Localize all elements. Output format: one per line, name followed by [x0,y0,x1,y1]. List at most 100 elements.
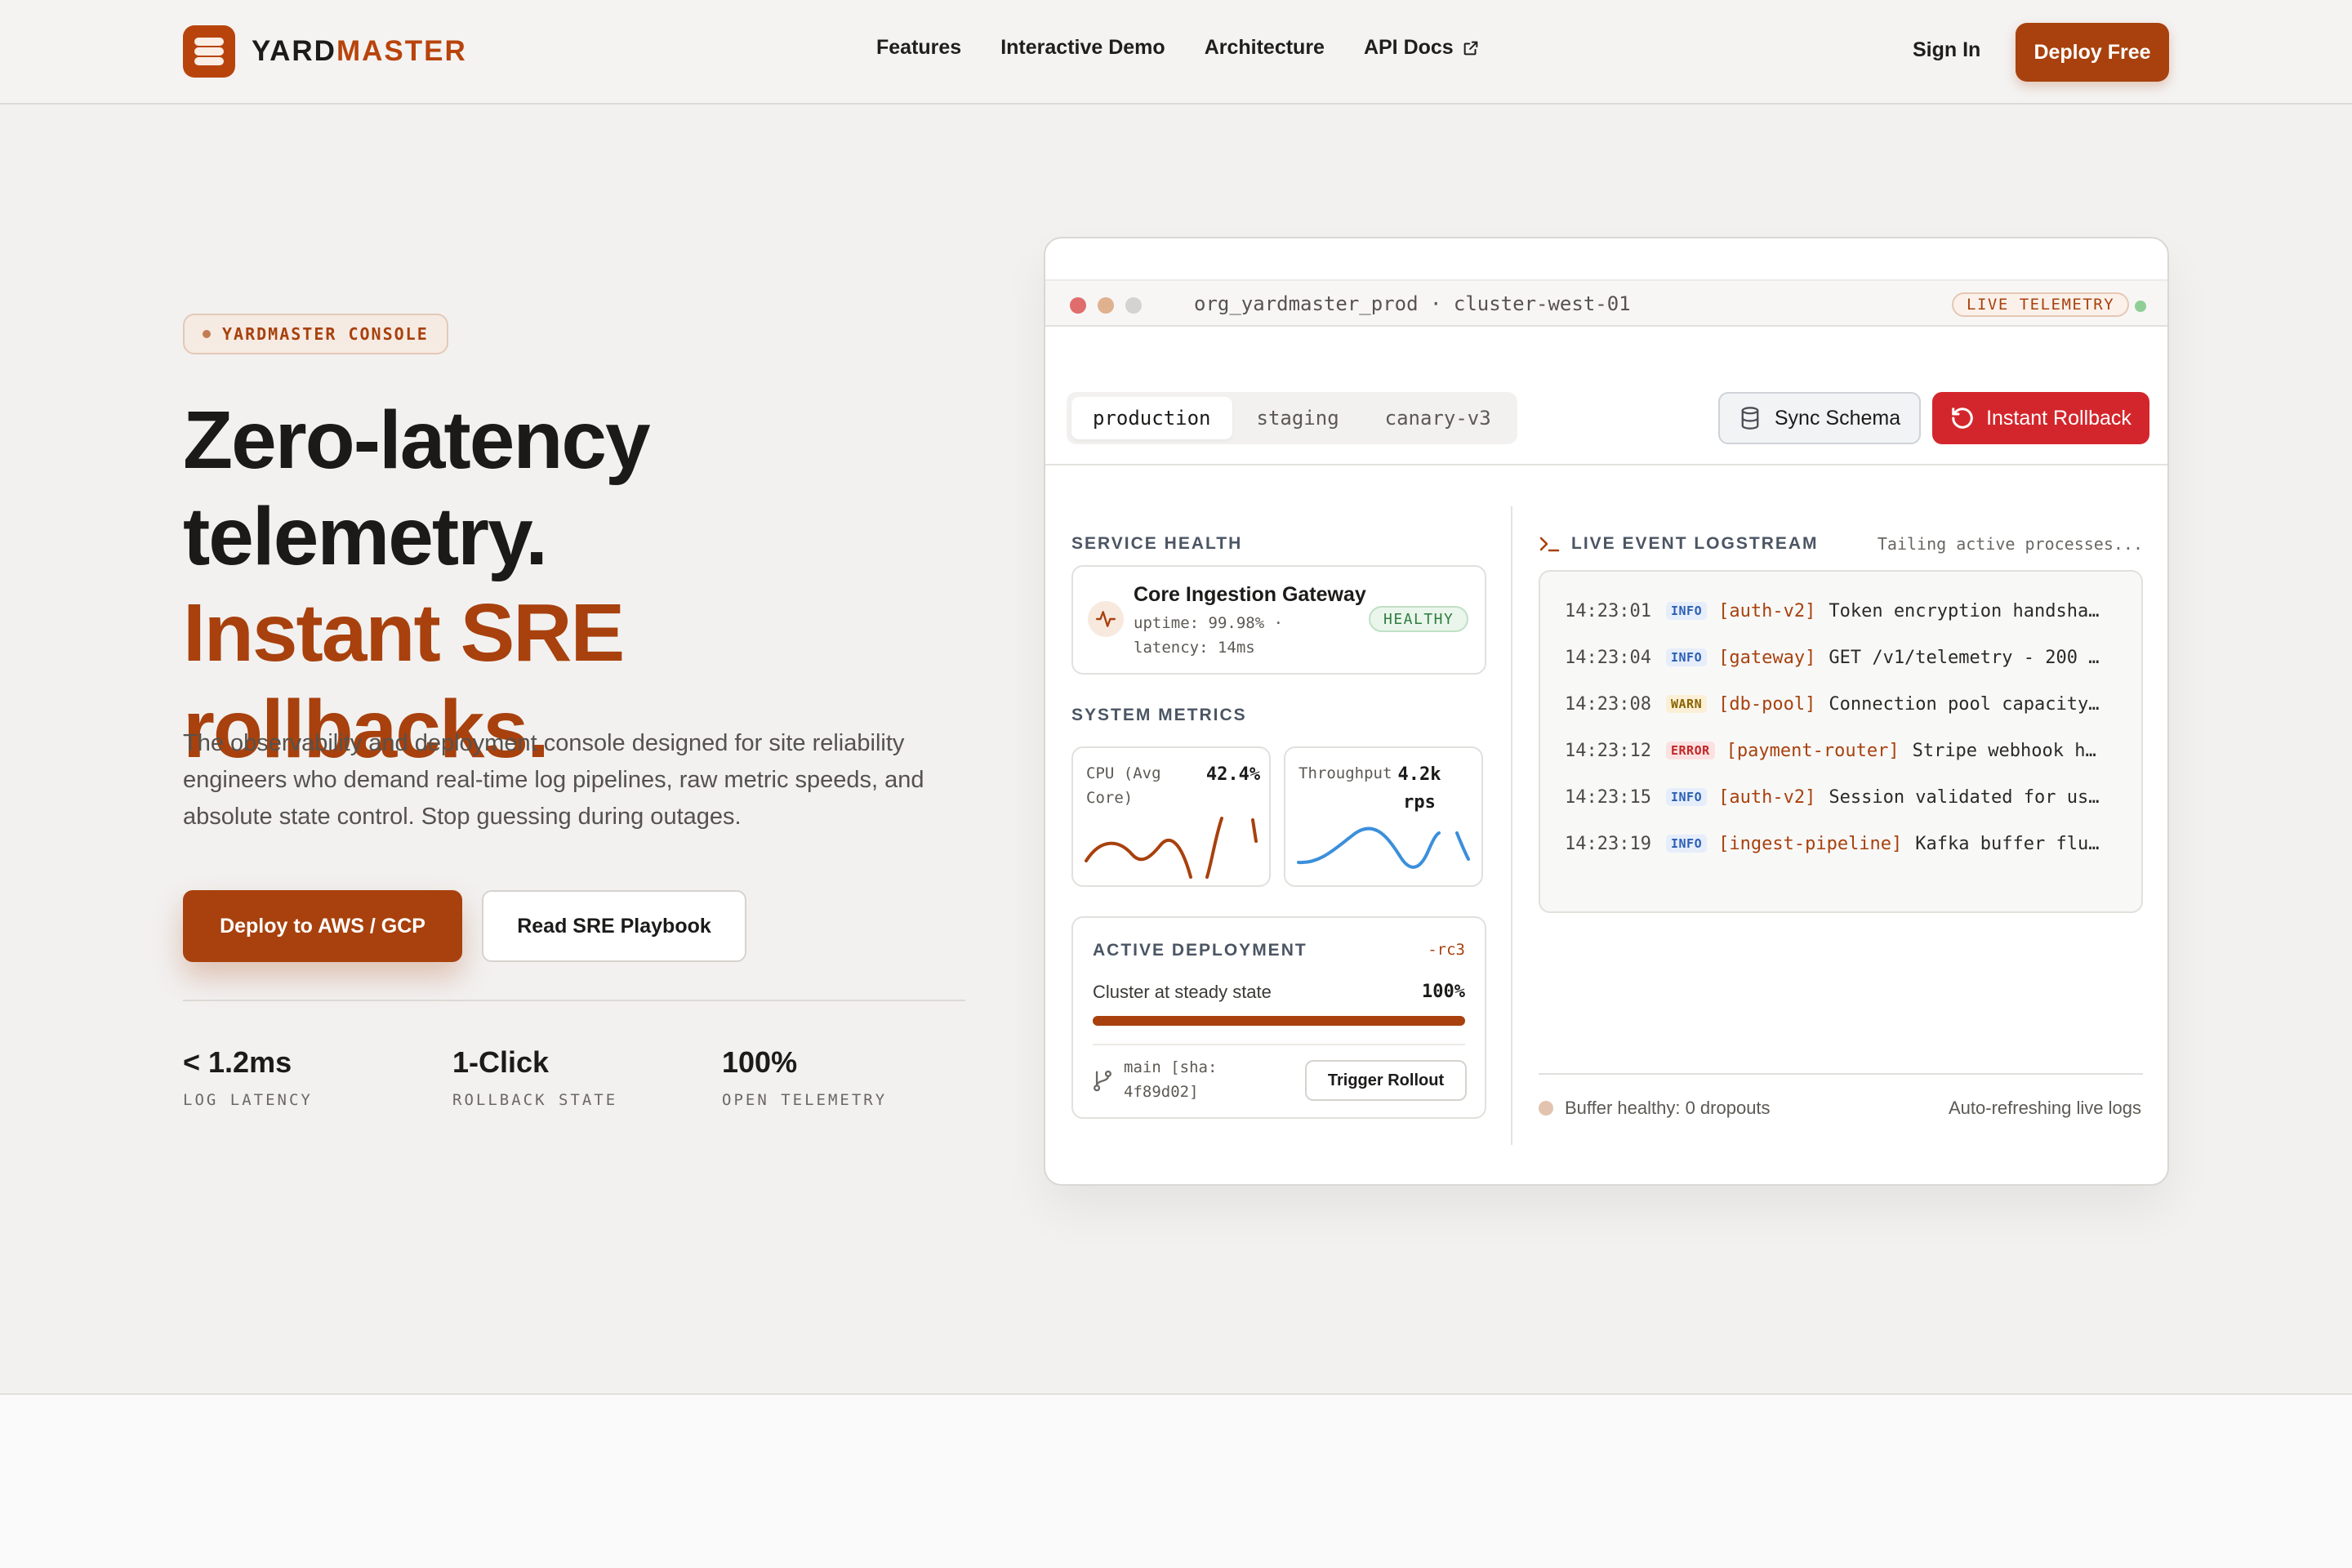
deployment-divider [1093,1044,1465,1045]
log-source: [ingest-pipeline] [1718,833,1903,854]
deploy-free-button[interactable]: Deploy Free [2016,23,2169,82]
console-badge: YARDMASTER CONSOLE [183,314,448,354]
deployment-percent: 100% [1422,982,1465,1002]
log-message: Connection pool capacity… [1829,693,2100,715]
logstream-title: LIVE EVENT LOGSTREAM [1571,534,1819,553]
cluster-path: org_yardmaster_prod · cluster-west-01 [1194,292,1631,315]
stat-value: 1-Click [452,1045,550,1079]
nav-link-architecture[interactable]: Architecture [1205,36,1325,60]
log-level-badge: INFO [1666,835,1708,853]
log-row[interactable]: 14:23:19 INFO [ingest-pipeline] Kafka buffe… [1565,829,2099,858]
log-row[interactable]: 14:23:08 WARN [db-pool] Connection pool cap… [1565,689,2099,719]
hero-title-line1: Zero-latency [183,394,651,486]
rotate-ccw-icon [1952,408,1973,429]
primary-nav: Features Interactive Demo Architecture A… [876,36,1480,60]
log-timestamp: 14:23:19 [1565,833,1651,854]
instant-rollback-button[interactable]: Instant Rollback [1932,392,2149,444]
hero-divider [183,1000,965,1001]
log-timestamp: 14:23:08 [1565,693,1651,715]
hero-title-line2: telemetry. [183,491,548,582]
window-maximize-dot[interactable] [1125,297,1142,314]
stat-log-latency: < 1.2ms LOG LATENCY [183,1045,313,1109]
stack-logo-icon [183,25,235,78]
database-icon [1741,407,1759,430]
active-deployment-card: ACTIVE DEPLOYMENT -rc3 Cluster at steady… [1071,916,1486,1119]
hero-description: The observability and deployment console… [183,730,924,830]
log-level-badge: INFO [1666,602,1708,620]
log-level-badge: ERROR [1666,742,1715,760]
active-deployment-title: ACTIVE DEPLOYMENT [1093,941,1307,960]
log-source: [db-pool] [1718,693,1816,715]
nav-link-api-docs[interactable]: API Docs [1364,36,1480,60]
log-row[interactable]: 14:23:12 ERROR [payment-router] Stripe webh… [1565,736,2096,765]
git-branch-icon [1094,1070,1111,1092]
stat-rollback-state: 1-Click ROLLBACK STATE [452,1045,617,1109]
tab-canary-v3[interactable]: canary-v3 [1364,397,1512,439]
log-level-badge: INFO [1666,648,1708,666]
log-row[interactable]: 14:23:04 INFO [gateway] GET /v1/telemetry -… [1565,643,2099,672]
trigger-rollout-button[interactable]: Trigger Rollout [1305,1060,1467,1101]
panel-divider [1511,506,1512,1145]
sign-in-link[interactable]: Sign In [1913,38,1980,62]
system-metrics-title: SYSTEM METRICS [1071,706,1247,724]
console-divider [1045,464,2167,466]
console-titlebar: org_yardmaster_prod · cluster-west-01 LI… [1045,279,2167,327]
log-message: Session validated for us… [1829,786,2100,808]
log-source: [gateway] [1718,647,1816,668]
cpu-metric-card: CPU (Avg Core) 42.4% [1071,746,1271,887]
deployment-status: Cluster at steady state [1093,982,1272,1002]
brand-logo[interactable]: YARDMASTER [183,25,467,78]
nav-link-interactive-demo[interactable]: Interactive Demo [1000,36,1165,60]
next-section-band [0,1393,2352,1568]
top-navbar: YARDMASTER Features Interactive Demo Arc… [0,0,2352,105]
stat-open-telemetry: 100% OPEN TELEMETRY [722,1045,887,1109]
service-meta: uptime: 99.98% · latency: 14ms [1134,614,1284,657]
window-close-dot[interactable] [1070,297,1086,314]
throughput-metric-card: Throughput 4.2k rps [1284,746,1483,887]
log-timestamp: 14:23:01 [1565,600,1651,621]
release-tag: -rc3 [1428,941,1465,959]
nav-link-features[interactable]: Features [876,36,961,60]
branch-sha: main [sha: 4f89d02] [1124,1058,1218,1101]
buffer-status-dot [1539,1101,1553,1116]
terminal-prompt-icon [1539,537,1560,552]
deploy-aws-gcp-button[interactable]: Deploy to AWS / GCP [183,890,462,962]
log-message: Kafka buffer flu… [1915,833,2100,854]
log-timestamp: 14:23:15 [1565,786,1651,808]
logstream-subtitle: Tailing active processes... [1877,534,2143,554]
log-level-badge: INFO [1666,788,1708,806]
window-minimize-dot[interactable] [1098,297,1114,314]
tab-staging[interactable]: staging [1236,397,1361,439]
console-window: org_yardmaster_prod · cluster-west-01 LI… [1044,237,2169,1186]
stat-label: ROLLBACK STATE [452,1091,618,1109]
deployment-progress-fill [1093,1016,1465,1026]
log-row[interactable]: 14:23:15 INFO [auth-v2] Session validated f… [1565,782,2099,812]
throughput-sparkline [1297,826,1470,869]
deployment-progress-bar [1093,1016,1465,1026]
cpu-metric-label: CPU (Avg Core) [1086,764,1161,807]
log-message: GET /v1/telemetry - 200 … [1829,647,2100,668]
auto-refresh-note: Auto-refreshing live logs [1948,1098,2141,1118]
service-name: Core Ingestion Gateway [1134,583,1366,606]
logstream-panel[interactable]: 14:23:01 INFO [auth-v2] Token encryption ha… [1539,570,2143,913]
hero-title: Zero-latency telemetry. Instant SRE roll… [183,392,1000,777]
log-message: Token encryption handsha… [1829,600,2100,621]
instant-rollback-label: Instant Rollback [1986,406,2132,430]
badge-dot-icon [203,330,211,338]
badge-label: YARDMASTER CONSOLE [222,324,429,344]
service-health-card[interactable]: Core Ingestion Gateway uptime: 99.98% · … [1071,565,1486,675]
stat-label: OPEN TELEMETRY [722,1091,888,1109]
throughput-metric-label: Throughput [1298,764,1392,782]
stat-value: < 1.2ms [183,1045,292,1079]
read-playbook-button[interactable]: Read SRE Playbook [482,890,746,962]
sync-schema-button[interactable]: Sync Schema [1718,392,1921,444]
cpu-sparkline [1085,817,1258,879]
log-message: Stripe webhook h… [1912,740,2096,761]
log-source: [payment-router] [1726,740,1900,761]
cpu-metric-value: 42.4% [1205,764,1261,785]
live-status-dot [2135,301,2146,312]
nav-link-api-docs-label: API Docs [1363,36,1454,59]
log-row[interactable]: 14:23:01 INFO [auth-v2] Token encryption ha… [1565,596,2099,626]
logstream-footer-divider [1539,1073,2143,1075]
tab-production[interactable]: production [1071,397,1232,439]
